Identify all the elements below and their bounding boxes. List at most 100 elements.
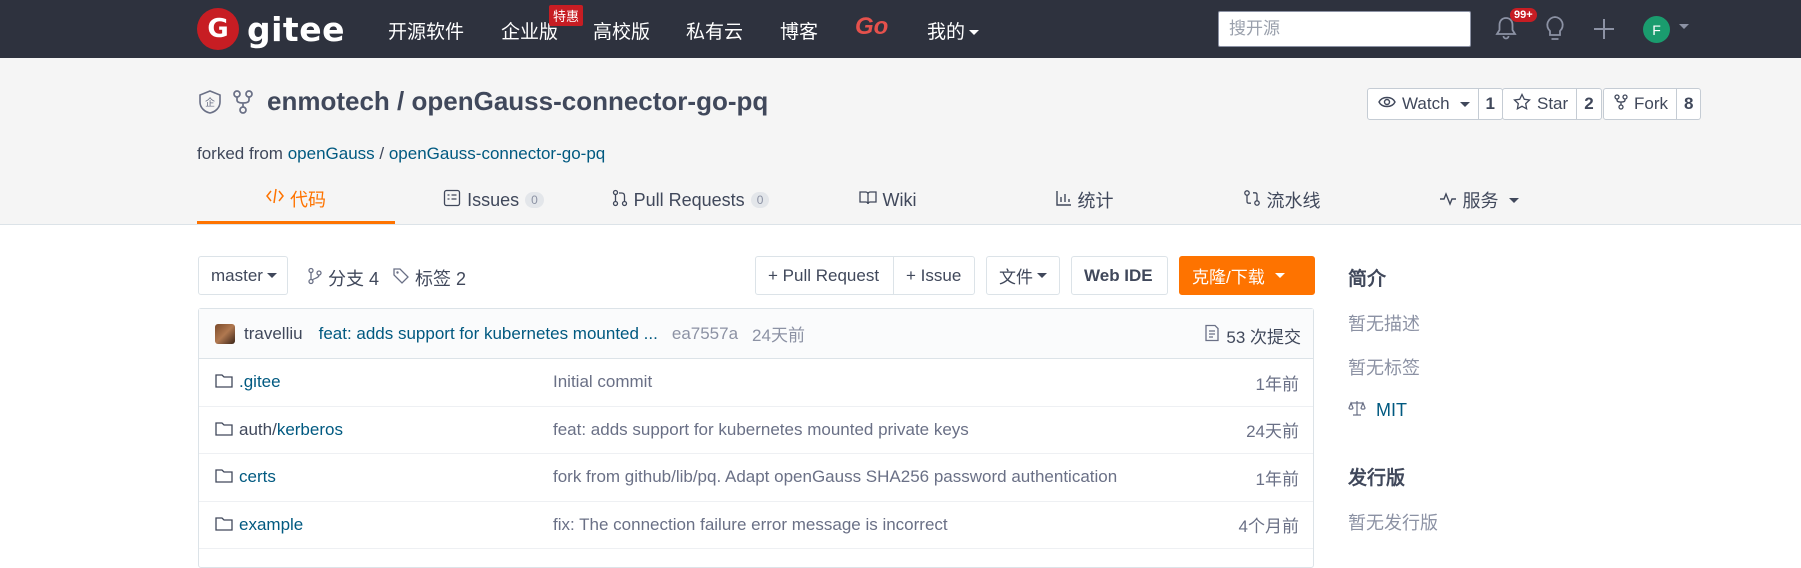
file-name[interactable]: .gitee [239, 372, 281, 392]
no-release-text: 暂无发行版 [1348, 513, 1438, 533]
folder-icon [215, 421, 233, 442]
fork-small-icon [1614, 93, 1628, 115]
pipeline-icon [1243, 189, 1261, 212]
file-name[interactable]: example [239, 515, 303, 535]
files-chevron-down-icon [1037, 273, 1047, 278]
code-icon [266, 188, 284, 209]
gitee-logo-icon: G [197, 8, 239, 50]
watch-count[interactable]: 1 [1479, 94, 1502, 114]
forked-repo-link[interactable]: openGauss-connector-go-pq [389, 144, 605, 163]
repo-full-name[interactable]: enmotech / openGauss-connector-go-pq [267, 86, 768, 117]
gitee-logo[interactable]: G gitee [197, 8, 345, 50]
files-dropdown[interactable]: 文件 [986, 256, 1060, 295]
nav-private-cloud[interactable]: 私有云 [686, 17, 743, 44]
intro-heading: 简介 [1348, 269, 1387, 290]
repo-name[interactable]: openGauss-connector-go-pq [411, 86, 768, 116]
tag-icon [392, 267, 410, 290]
avatar-chevron-down-icon[interactable] [1679, 24, 1689, 29]
user-avatar[interactable]: F [1643, 16, 1670, 43]
tab-stats-label: 统计 [1077, 191, 1114, 211]
commit-message[interactable]: feat: adds support for kubernetes mounte… [319, 324, 658, 344]
license-label: MIT [1376, 400, 1407, 420]
star-icon [1513, 92, 1531, 116]
clone-chevron-down-icon [1274, 273, 1285, 278]
branch-chevron-down-icon [266, 273, 277, 278]
license-link[interactable]: MIT [1348, 400, 1407, 421]
tab-pull-requests[interactable]: Pull Requests 0 [592, 176, 789, 224]
forked-from-separator: / [374, 144, 389, 163]
branch-icon [307, 267, 323, 290]
nav-mine-label: 我的 [927, 22, 966, 43]
tags-count: 标签 2 [415, 269, 467, 289]
file-time: 1年前 [1255, 374, 1299, 394]
file-commit-message[interactable]: fork from github/lib/pq. Adapt openGauss… [553, 467, 1117, 487]
watch-button[interactable]: Watch 1 [1367, 88, 1504, 120]
tab-wiki[interactable]: Wiki [789, 176, 986, 224]
file-commit-message[interactable]: Initial commit [553, 372, 652, 392]
new-issue-button[interactable]: + Issue [893, 256, 975, 295]
commit-author-avatar[interactable] [215, 323, 235, 344]
tab-pipeline-label: 流水线 [1266, 191, 1321, 211]
forked-owner-link[interactable]: openGauss [288, 144, 375, 163]
gitee-logo-text: gitee [247, 9, 345, 49]
tab-stats[interactable]: 统计 [986, 176, 1183, 224]
file-name[interactable]: auth/kerberos [239, 420, 343, 440]
clone-download-button[interactable]: 克隆/下载 [1179, 256, 1315, 295]
tab-services-label: 服务 [1462, 191, 1499, 211]
file-commit-message[interactable]: feat: adds support for kubernetes mounte… [553, 420, 969, 440]
commits-icon [1204, 324, 1220, 347]
repo-owner[interactable]: enmotech [267, 86, 390, 116]
nav-blog[interactable]: 博客 [780, 17, 818, 44]
file-row[interactable]: example fix: The connection failure erro… [199, 502, 1313, 549]
tags-link[interactable]: 标签 2 [392, 265, 466, 291]
file-row[interactable]: certs fork from github/lib/pq. Adapt ope… [199, 454, 1313, 502]
top-navbar: G gitee 开源软件 企业版 特惠 高校版 私有云 博客 Go 我的 99+… [0, 0, 1801, 58]
nav-education[interactable]: 高校版 [593, 17, 650, 44]
star-button[interactable]: Star 2 [1502, 88, 1602, 120]
web-ide-button[interactable]: Web IDE [1071, 256, 1168, 295]
new-pull-request-button[interactable]: + Pull Request [755, 256, 894, 295]
forked-from-prefix: forked from [197, 144, 288, 163]
tab-services[interactable]: 服务 [1380, 176, 1577, 224]
branch-select[interactable]: master [198, 256, 288, 295]
nav-open-source[interactable]: 开源软件 [388, 17, 464, 44]
search-input[interactable] [1218, 11, 1471, 47]
tab-pipeline[interactable]: 流水线 [1183, 176, 1380, 224]
tab-code-label: 代码 [290, 189, 326, 210]
tab-pull-requests-label: Pull Requests [633, 189, 745, 210]
tab-wiki-label: Wiki [882, 189, 917, 210]
tab-issues[interactable]: Issues 0 [395, 176, 592, 224]
enterprise-shield-icon: 企 [197, 89, 223, 115]
svg-text:企: 企 [205, 96, 215, 109]
plus-icon[interactable] [1592, 17, 1616, 46]
pull-requests-count-badge: 0 [750, 192, 770, 208]
file-commit-message[interactable]: fix: The connection failure error messag… [553, 515, 948, 535]
no-tags-text: 暂无标签 [1348, 358, 1420, 378]
nav-mine[interactable]: 我的 [927, 17, 980, 44]
repo-tabs: 代码 Issues 0 Pull Requests 0 Wiki 统计 流水线 … [197, 176, 1697, 224]
pulse-icon [1439, 190, 1457, 211]
lightbulb-icon[interactable] [1543, 15, 1567, 48]
nav-go[interactable]: Go [855, 13, 888, 41]
file-row[interactable]: auth/kerberos feat: adds support for kub… [199, 407, 1313, 454]
file-time: 24天前 [1246, 422, 1299, 442]
folder-icon [215, 468, 233, 489]
watch-chevron-down-icon [1459, 101, 1470, 107]
star-count[interactable]: 2 [1577, 94, 1600, 114]
branches-link[interactable]: 分支 4 [307, 265, 379, 291]
branches-count: 分支 4 [328, 269, 380, 289]
issues-count-badge: 0 [525, 192, 544, 208]
clone-download-label: 克隆/下载 [1192, 268, 1265, 287]
tab-code[interactable]: 代码 [197, 176, 395, 224]
fork-button[interactable]: Fork 8 [1603, 88, 1702, 120]
forked-from: forked from openGauss / openGauss-connec… [197, 144, 605, 164]
folder-icon [215, 373, 233, 394]
file-row[interactable]: .gitee Initial commit 1年前 [199, 359, 1313, 407]
services-chevron-down-icon [1508, 197, 1519, 203]
fork-count[interactable]: 8 [1677, 94, 1700, 114]
file-name[interactable]: certs [239, 467, 276, 487]
commit-count-link[interactable]: 53 次提交 [1204, 323, 1301, 348]
commit-hash[interactable]: ea7557a [672, 324, 738, 344]
notification-count-badge: 99+ [1510, 8, 1537, 22]
commit-author[interactable]: travelliu [244, 324, 303, 344]
